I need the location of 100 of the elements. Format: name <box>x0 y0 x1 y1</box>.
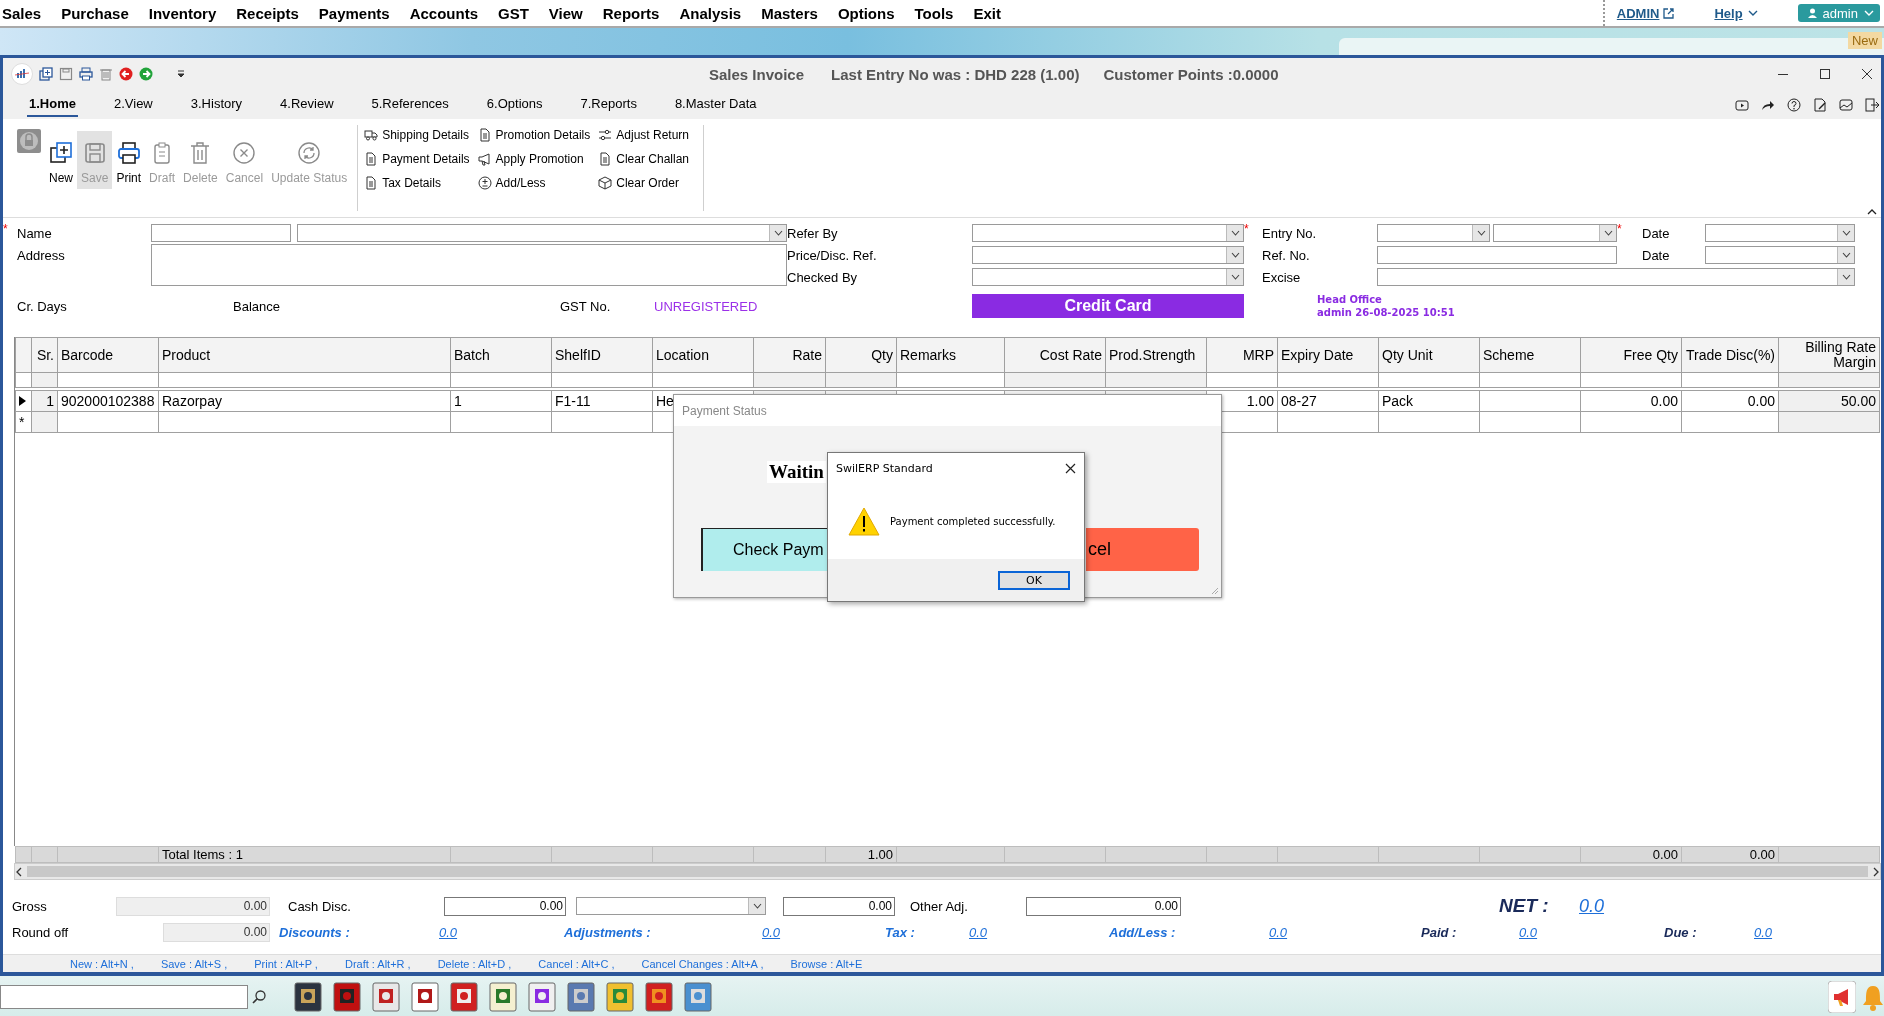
column-header[interactable]: Scheme <box>1479 337 1581 373</box>
menu-item[interactable]: GST <box>498 4 529 22</box>
dropdown-field[interactable] <box>1493 224 1617 242</box>
amount-link[interactable]: 0.0 <box>762 924 802 940</box>
menu-item[interactable]: Payments <box>318 4 390 22</box>
dropdown-field[interactable] <box>1377 224 1490 242</box>
ribbon-button[interactable]: Clear Order <box>598 174 689 192</box>
input-field[interactable] <box>1377 246 1617 264</box>
ribbon-button[interactable]: New <box>45 131 77 189</box>
ribbon-button[interactable]: Apply Promotion <box>477 150 591 168</box>
image-icon[interactable] <box>1839 97 1853 112</box>
menu-item[interactable]: Purchase <box>61 4 129 22</box>
menu-item[interactable]: Tools <box>914 4 954 22</box>
scrollbar-thumb[interactable] <box>27 866 1868 877</box>
ribbon-button[interactable]: Adjust Return <box>598 126 689 144</box>
app-icon[interactable] <box>409 980 441 1013</box>
amount-field[interactable]: 0.00 <box>1026 896 1181 916</box>
tab[interactable]: 4.Review <box>278 92 336 117</box>
action-button[interactable]: cel <box>1086 528 1199 571</box>
dropdown-field[interactable] <box>1377 268 1855 286</box>
dropdown-field[interactable] <box>972 246 1244 264</box>
menu-item[interactable]: Receipts <box>236 4 299 22</box>
column-header[interactable]: Location <box>652 337 754 373</box>
column-header[interactable]: Sr. <box>31 337 58 373</box>
ribbon-button[interactable]: Shipping Details <box>364 126 470 144</box>
tab[interactable]: 6.Options <box>484 92 545 117</box>
column-header[interactable]: Prod.Strength <box>1105 337 1207 373</box>
collapse-icon[interactable] <box>1867 208 1877 215</box>
video-icon[interactable] <box>1735 97 1749 112</box>
menu-item[interactable]: Reports <box>602 4 660 22</box>
column-header[interactable]: Product <box>158 337 451 373</box>
tab[interactable]: 1.Home <box>27 92 78 117</box>
dropdown-field[interactable] <box>972 224 1244 242</box>
check-payment-button[interactable]: Check Paym <box>701 528 828 571</box>
tab[interactable]: 3.History <box>188 92 245 117</box>
amount-field[interactable]: 0.00 <box>444 896 566 916</box>
save-icon[interactable] <box>59 67 73 81</box>
ribbon-button[interactable]: Payment Details <box>364 150 470 168</box>
dropdown-field[interactable] <box>576 897 766 915</box>
menu-item[interactable]: Options <box>837 4 895 22</box>
name-dropdown[interactable] <box>297 224 787 242</box>
column-header[interactable]: Rate <box>753 337 826 373</box>
print-icon[interactable] <box>79 67 93 81</box>
column-header[interactable]: Billing Rate Margin <box>1778 337 1880 373</box>
edit-document-icon[interactable] <box>1813 97 1827 112</box>
column-header[interactable]: ShelfID <box>551 337 653 373</box>
menu-item[interactable]: Analysis <box>679 4 742 22</box>
new-document-icon[interactable] <box>39 67 53 81</box>
admin-link[interactable]: ADMIN <box>1616 5 1675 21</box>
dropdown-field[interactable] <box>972 268 1244 286</box>
ribbon-button[interactable]: Tax Details <box>364 174 470 192</box>
ribbon-button[interactable]: Promotion Details <box>477 126 591 144</box>
column-header[interactable]: Batch <box>450 337 552 373</box>
exit-icon[interactable] <box>1865 97 1879 112</box>
column-header[interactable]: Qty <box>825 337 897 373</box>
menu-item[interactable]: Sales <box>2 4 42 22</box>
search-icon[interactable] <box>252 989 266 1004</box>
forward-arrow-icon[interactable] <box>139 67 153 81</box>
column-header[interactable]: Cost Rate <box>1004 337 1106 373</box>
help-icon[interactable] <box>1787 97 1801 112</box>
menu-item[interactable]: Accounts <box>409 4 478 22</box>
app-icon[interactable] <box>292 980 324 1013</box>
column-header[interactable]: Barcode <box>57 337 159 373</box>
column-header[interactable]: MRP <box>1206 337 1278 373</box>
tab[interactable]: 5.References <box>369 92 451 117</box>
app-icon[interactable] <box>331 980 363 1013</box>
close-icon[interactable] <box>1065 462 1076 474</box>
column-header[interactable]: Expiry Date <box>1277 337 1379 373</box>
amount-link[interactable]: 0.0 <box>969 924 1009 940</box>
tab[interactable]: 8.Master Data <box>672 92 759 117</box>
amount-field[interactable]: 0.00 <box>783 896 895 916</box>
megaphone-icon[interactable] <box>1828 980 1856 1013</box>
close-icon[interactable] <box>1861 68 1873 80</box>
address-field[interactable] <box>151 244 787 286</box>
ribbon-button[interactable]: Add/Less <box>477 174 591 192</box>
ribbon-button[interactable]: Clear Challan <box>598 150 689 168</box>
help-menu[interactable]: Help <box>1714 5 1758 21</box>
amount-link[interactable]: 0.0 <box>1754 924 1794 940</box>
maximize-icon[interactable] <box>1819 68 1831 80</box>
tab[interactable]: 2.View <box>111 92 155 117</box>
scroll-right-icon[interactable] <box>1872 866 1880 877</box>
amount-link[interactable]: 0.0 <box>439 924 479 940</box>
column-header[interactable]: Remarks <box>896 337 1005 373</box>
payment-mode-button[interactable]: Credit Card <box>972 294 1244 318</box>
horizontal-scrollbar[interactable] <box>14 863 1881 880</box>
input-field[interactable] <box>151 224 291 242</box>
date-field[interactable] <box>1705 224 1855 242</box>
amount-link[interactable]: 0.0 <box>1519 924 1559 940</box>
tab[interactable]: 7.Reports <box>578 92 639 117</box>
column-header[interactable]: Free Qty <box>1580 337 1682 373</box>
column-header[interactable]: Trade Disc(%) <box>1681 337 1779 373</box>
ribbon-button[interactable]: Print <box>112 131 146 189</box>
menu-item[interactable]: Exit <box>973 4 1001 22</box>
net-amount-link[interactable]: 0.0 <box>1579 895 1605 917</box>
menu-item[interactable]: Inventory <box>148 4 217 22</box>
column-header[interactable]: Qty Unit <box>1378 337 1480 373</box>
amount-link[interactable]: 0.0 <box>1269 924 1309 940</box>
menu-item[interactable]: Masters <box>761 4 818 22</box>
menu-item[interactable]: View <box>548 4 583 22</box>
date-field[interactable] <box>1705 246 1855 264</box>
